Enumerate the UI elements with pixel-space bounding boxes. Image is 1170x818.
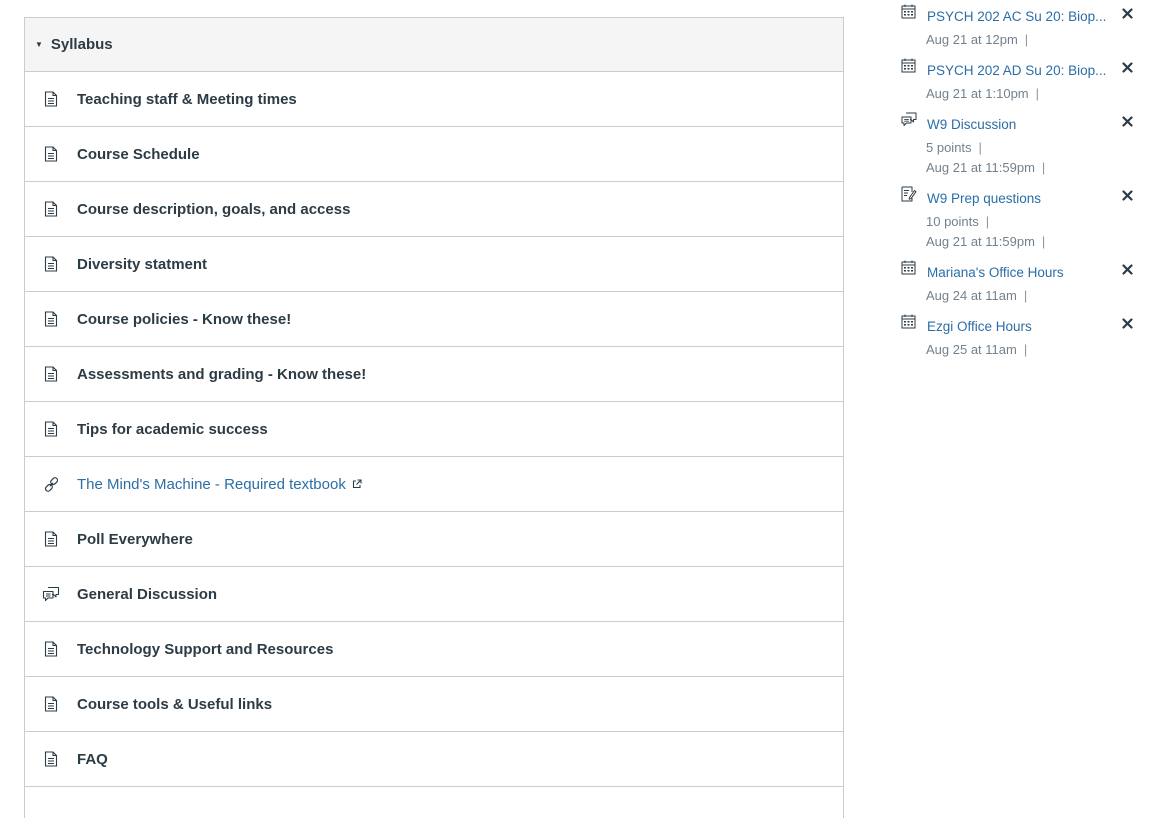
todo-item-date: Aug 21 at 11:59pm | [926, 233, 1045, 251]
module-header[interactable]: ▼ Syllabus [25, 18, 843, 72]
close-icon[interactable] [1119, 187, 1135, 203]
module-item-title[interactable]: The Mind's Machine - Required textbook [77, 476, 346, 493]
todo-item-date: Aug 25 at 11am | [926, 341, 1027, 359]
todo-date-text: Aug 21 at 11:59pm [926, 234, 1035, 249]
module-item-assessments-grading[interactable]: Assessments and grading - Know these! [25, 347, 843, 402]
separator: | [1023, 342, 1028, 357]
close-icon[interactable] [1119, 261, 1135, 277]
module-item-title[interactable]: Course tools & Useful links [77, 696, 272, 713]
module-item-technology-support[interactable]: Technology Support and Resources [25, 622, 843, 677]
todo-date-text: Aug 21 at 1:10pm [926, 86, 1029, 101]
module-item-course-tools[interactable]: Course tools & Useful links [25, 677, 843, 732]
syllabus-module: ▼ Syllabus Teaching staff & Meeting time… [24, 17, 844, 818]
module-item-course-description[interactable]: Course description, goals, and access [25, 182, 843, 237]
module-item-title[interactable]: Course description, goals, and access [77, 201, 350, 218]
module-item-course-policies[interactable]: Course policies - Know these! [25, 292, 843, 347]
quiz-icon [901, 186, 917, 202]
todo-item-date: Aug 21 at 11:59pm | [926, 159, 1045, 177]
page-icon [42, 365, 60, 383]
module-item-course-schedule[interactable]: Course Schedule [25, 127, 843, 182]
separator: | [985, 214, 990, 229]
discussion-icon [42, 585, 60, 603]
todo-item-date: Aug 21 at 1:10pm | [926, 85, 1039, 103]
separator: | [1024, 32, 1029, 47]
todo-item-title[interactable]: Ezgi Office Hours [927, 318, 1107, 336]
module-item-title[interactable]: General Discussion [77, 586, 217, 603]
module-item-title[interactable]: FAQ [77, 751, 108, 768]
separator: | [1041, 234, 1046, 249]
module-item-title[interactable]: Technology Support and Resources [77, 641, 333, 658]
page-icon [42, 145, 60, 163]
separator: | [978, 140, 982, 155]
calendar-icon [901, 260, 917, 276]
module-item-title[interactable]: Teaching staff & Meeting times [77, 91, 297, 108]
todo-item-points: 10 points | [926, 213, 989, 231]
page-icon [42, 90, 60, 108]
todo-item-title[interactable]: W9 Prep questions [927, 190, 1107, 208]
todo-points-text: 10 points [926, 214, 979, 229]
page-icon [42, 750, 60, 768]
module-item-textbook-link[interactable]: The Mind's Machine - Required textbook [25, 457, 843, 512]
module-item-title[interactable]: Course policies - Know these! [77, 311, 291, 328]
page-icon [42, 640, 60, 658]
page-icon [42, 310, 60, 328]
close-icon[interactable] [1119, 59, 1135, 75]
module-item-diversity-statement[interactable]: Diversity statment [25, 237, 843, 292]
separator: | [1041, 160, 1046, 175]
todo-points-text: 5 points [926, 140, 972, 155]
module-item-teaching-staff[interactable]: Teaching staff & Meeting times [25, 72, 843, 127]
todo-item-title[interactable]: Mariana's Office Hours [927, 264, 1107, 282]
module-item-title[interactable]: Diversity statment [77, 256, 207, 273]
page-icon [42, 695, 60, 713]
caret-down-icon[interactable]: ▼ [35, 40, 43, 49]
separator: | [1023, 288, 1028, 303]
calendar-icon [901, 4, 917, 20]
todo-date-text: Aug 21 at 12pm [926, 32, 1018, 47]
todo-item-title[interactable]: W9 Discussion [927, 116, 1107, 134]
separator: | [1035, 86, 1040, 101]
todo-item-points: 5 points | [926, 139, 982, 157]
module-item-title[interactable]: Poll Everywhere [77, 531, 193, 548]
module-item-title[interactable]: Course Schedule [77, 146, 200, 163]
page-icon [42, 420, 60, 438]
todo-date-text: Aug 21 at 11:59pm [926, 160, 1035, 175]
module-item-tips-academic-success[interactable]: Tips for academic success [25, 402, 843, 457]
close-icon[interactable] [1119, 113, 1135, 129]
external-link-icon [352, 479, 362, 489]
todo-date-text: Aug 24 at 11am [926, 288, 1017, 303]
close-icon[interactable] [1119, 315, 1135, 331]
module-item-title[interactable]: Assessments and grading - Know these! [77, 366, 366, 383]
todo-item-date: Aug 24 at 11am | [926, 287, 1027, 305]
page-icon [42, 530, 60, 548]
module-item-faq[interactable]: FAQ [25, 732, 843, 787]
todo-item-title[interactable]: PSYCH 202 AC Su 20: Biop... [927, 8, 1107, 26]
page-icon [42, 255, 60, 273]
link-icon [42, 475, 60, 493]
calendar-icon [901, 58, 917, 74]
todo-item-date: Aug 21 at 12pm | [926, 31, 1028, 49]
close-icon[interactable] [1119, 5, 1135, 21]
discussion-icon [901, 112, 917, 128]
todo-item-title[interactable]: PSYCH 202 AD Su 20: Biop... [927, 62, 1107, 80]
module-item-poll-everywhere[interactable]: Poll Everywhere [25, 512, 843, 567]
todo-date-text: Aug 25 at 11am [926, 342, 1017, 357]
page-icon [42, 200, 60, 218]
module-title: Syllabus [50, 36, 113, 53]
module-item-general-discussion[interactable]: General Discussion [25, 567, 843, 622]
module-item-title[interactable]: Tips for academic success [77, 421, 268, 438]
calendar-icon [901, 314, 917, 330]
